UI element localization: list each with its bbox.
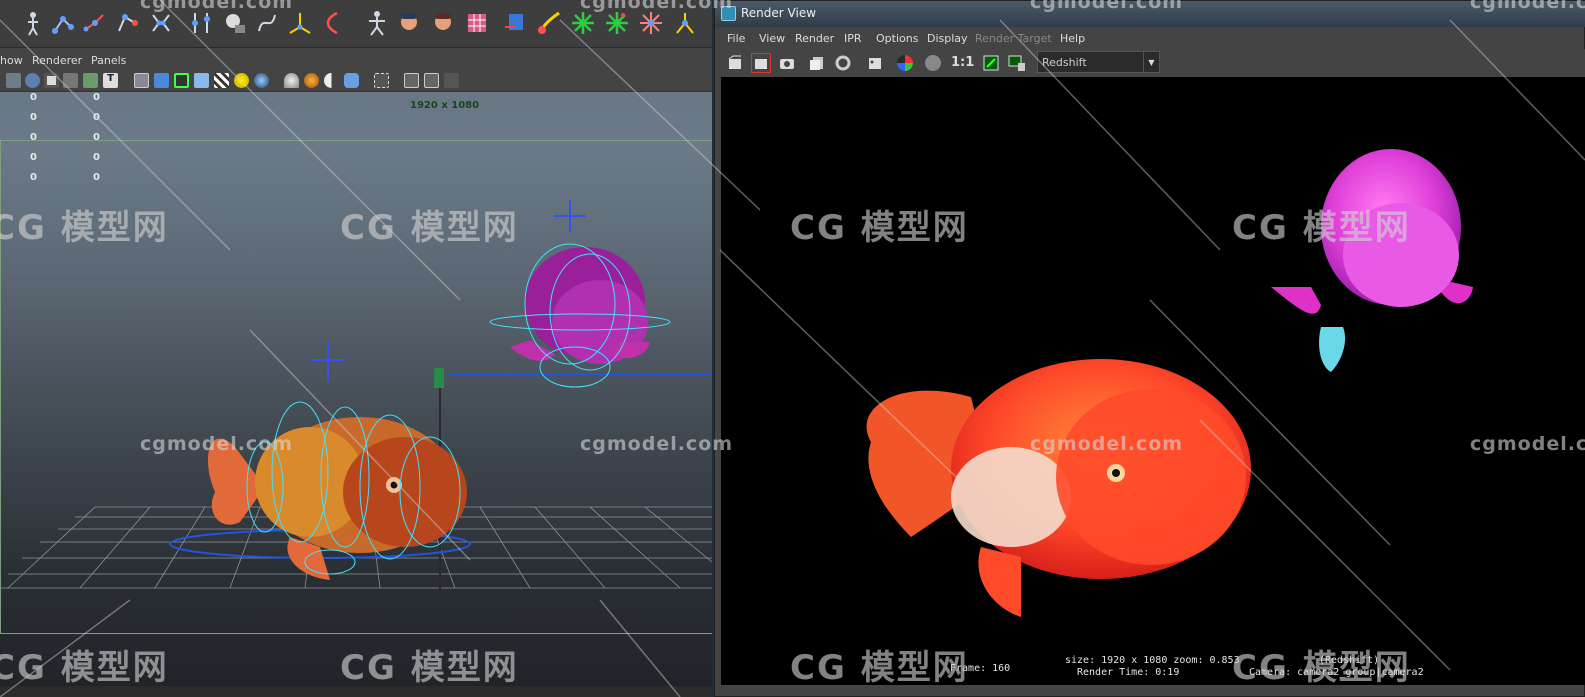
rendered-fish <box>866 149 1473 617</box>
ipr-refresh-icon[interactable] <box>833 53 853 73</box>
character-head-icon[interactable] <box>394 7 424 39</box>
arc-tool-icon[interactable] <box>318 7 348 39</box>
grid-map-icon[interactable] <box>462 7 492 39</box>
orange-fish-belly <box>951 447 1071 547</box>
xray-icon[interactable] <box>404 73 419 88</box>
orange-fish-fin <box>978 547 1021 617</box>
watermark-url: cgmodel.com <box>580 433 734 455</box>
shadows-icon[interactable] <box>254 73 269 88</box>
menu-renderer[interactable]: Renderer <box>32 54 82 67</box>
rgb-channels-icon[interactable] <box>895 53 915 73</box>
purple-fish-cross-control[interactable] <box>554 200 586 232</box>
film-gate-icon[interactable] <box>6 73 21 88</box>
keep-image-icon[interactable] <box>981 53 1001 73</box>
watermark-logo: CG 模型网 <box>0 208 169 248</box>
maya-main-window: how Renderer Panels T 0 0 0 0 0 0 0 0 0 … <box>0 0 712 697</box>
watermark-url: cgmodel.com <box>1030 0 1184 13</box>
smooth-shade-icon[interactable] <box>154 73 169 88</box>
watermark-url: cgmodel.com <box>1470 433 1585 455</box>
alpha-channel-icon[interactable] <box>923 53 943 73</box>
pink-fish-tail <box>1319 327 1346 372</box>
watermark-logo: CG 模型网 <box>340 208 519 248</box>
orange-fish-cross-control[interactable] <box>312 342 344 382</box>
ambient-occlusion-icon[interactable] <box>284 73 299 88</box>
menu-file[interactable]: File <box>727 32 745 45</box>
wireframe-icon[interactable] <box>134 73 149 88</box>
watermark-url: cgmodel.com <box>1030 433 1184 455</box>
watermark-logo: CG 模型网 <box>790 208 969 248</box>
origin-marker <box>434 368 444 388</box>
watermark-logo: CG 模型网 <box>340 648 519 688</box>
ik-handle-icon[interactable] <box>48 7 78 39</box>
textured-icon[interactable] <box>214 73 229 88</box>
renderer-dropdown-value: Redshift <box>1042 56 1087 69</box>
snapshot-icon[interactable] <box>777 53 797 73</box>
pink-fish-left-fin <box>1271 287 1321 314</box>
paint-weights-icon[interactable] <box>500 7 530 39</box>
renderer-dropdown[interactable]: Redshift ▼ <box>1037 51 1160 73</box>
default-material-icon[interactable] <box>194 73 209 88</box>
safe-action-icon[interactable] <box>63 73 78 88</box>
text-toggle-icon[interactable]: T <box>103 73 118 88</box>
render-view-frame: Render View File View Render IPR Options… <box>714 0 1585 697</box>
watermark-url: cgmodel.com <box>140 433 294 455</box>
render-image[interactable]: Frame: 160 size: 1920 x 1080 zoom: 0.853… <box>721 77 1585 685</box>
render-view-menubar: File View Render IPR Options Display Ren… <box>715 29 1585 49</box>
desktop: how Renderer Panels T 0 0 0 0 0 0 0 0 0 … <box>0 0 1585 697</box>
render-size-info: size: 1920 x 1080 zoom: 0.853 <box>1065 655 1240 666</box>
skeleton-icon[interactable] <box>362 7 392 39</box>
panel-toolbar: T <box>0 70 712 92</box>
menu-panels[interactable]: Panels <box>91 54 126 67</box>
anti-alias-icon[interactable] <box>324 73 339 88</box>
render-view-window: Render View File View Render IPR Options… <box>712 0 1585 697</box>
resolution-gate-icon[interactable] <box>44 73 59 88</box>
camera-icon[interactable] <box>25 73 40 88</box>
share-icon[interactable] <box>444 73 459 88</box>
xray-joints-icon[interactable] <box>424 73 439 88</box>
real-size-button[interactable]: 1:1 <box>951 55 974 70</box>
menu-show[interactable]: how <box>0 54 23 67</box>
menu-render-target[interactable]: Render Target <box>975 32 1052 45</box>
render-settings-icon[interactable] <box>865 53 885 73</box>
insert-joint-icon[interactable] <box>112 7 142 39</box>
menu-display[interactable]: Display <box>927 32 968 45</box>
motion-blur-icon[interactable] <box>304 73 319 88</box>
resolution-gate-label: 1920 x 1080 <box>410 100 480 111</box>
watermark-logo: CG 模型网 <box>1232 648 1411 688</box>
menu-view[interactable]: View <box>759 32 785 45</box>
menu-help[interactable]: Help <box>1060 32 1085 45</box>
purple-fish-model[interactable] <box>510 247 650 364</box>
depth-of-field-icon[interactable] <box>344 73 359 88</box>
character-head-alt-icon[interactable] <box>428 7 458 39</box>
viewport-scene <box>0 200 712 592</box>
panel-menubar: how Renderer Panels <box>0 52 712 70</box>
perspective-viewport[interactable]: 00 00 00 00 00 1920 x 1080 <box>0 92 712 692</box>
remove-image-icon[interactable] <box>1007 53 1027 73</box>
watermark-url: cgmodel.com <box>140 0 294 13</box>
isolate-select-icon[interactable] <box>374 73 389 88</box>
render-sequence-icon[interactable] <box>807 53 827 73</box>
watermark-url: cgmodel.com <box>580 0 734 13</box>
menu-ipr[interactable]: IPR <box>844 32 862 45</box>
wireframe-on-shaded-icon[interactable] <box>174 73 189 88</box>
render-view-title: Render View <box>741 6 817 20</box>
render-region-icon[interactable] <box>751 53 771 73</box>
field-chart-icon[interactable] <box>83 73 98 88</box>
watermark-logo: CG 模型网 <box>790 648 969 688</box>
watermark-url: cgmodel.com <box>1470 0 1585 13</box>
paint-brush-icon[interactable] <box>534 7 564 39</box>
joint-tool-icon[interactable] <box>18 7 48 39</box>
menu-render[interactable]: Render <box>795 32 834 45</box>
render-view-toolbar: 1:1 Redshift ▼ <box>715 49 1585 77</box>
render-time: Render Time: 0:19 <box>1077 667 1180 678</box>
redo-render-icon[interactable] <box>725 53 745 73</box>
watermark-logo: CG 模型网 <box>0 648 169 688</box>
lighting-icon[interactable] <box>234 73 249 88</box>
watermark-logo: CG 模型网 <box>1232 208 1411 248</box>
menu-options[interactable]: Options <box>876 32 918 45</box>
orange-fish-head <box>1056 389 1246 565</box>
chevron-down-icon: ▼ <box>1143 52 1159 72</box>
ik-spline-icon[interactable] <box>80 7 110 39</box>
